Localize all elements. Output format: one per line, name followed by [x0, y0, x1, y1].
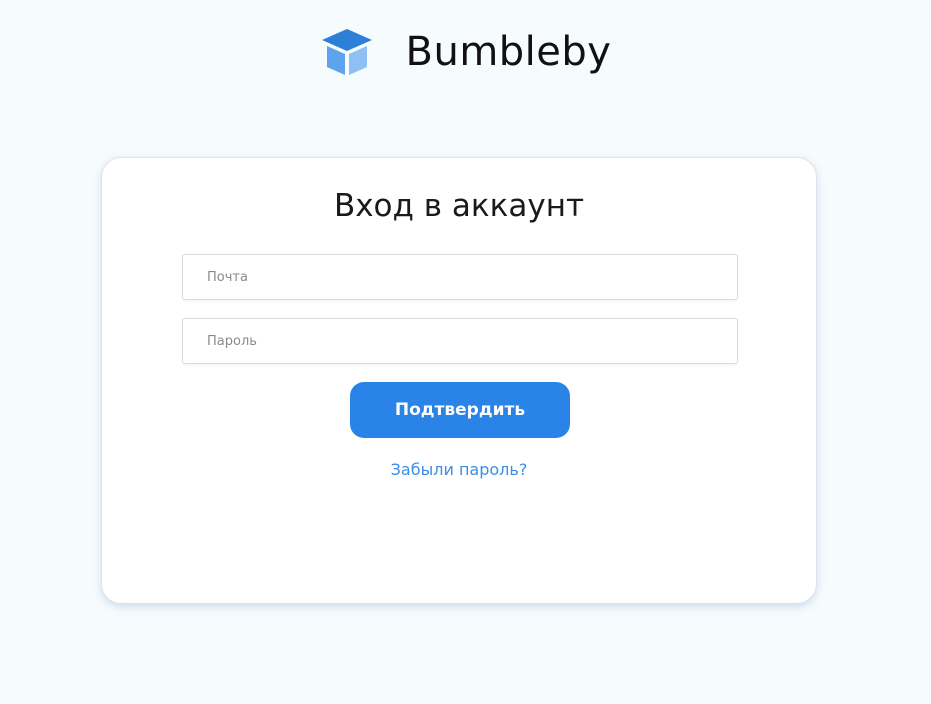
brand-name: Bumbleby — [405, 29, 612, 75]
login-title: Вход в аккаунт — [333, 188, 585, 224]
forgot-password-link[interactable]: Забыли пароль? — [102, 460, 816, 480]
login-card: Вход в аккаунт Подтвердить Забыли пароль… — [101, 157, 817, 604]
header: Bumbleby — [0, 22, 931, 82]
password-field[interactable] — [182, 318, 738, 364]
graduation-cap-cube-icon — [321, 29, 372, 75]
submit-button[interactable]: Подтвердить — [350, 382, 570, 438]
email-field[interactable] — [182, 254, 738, 300]
